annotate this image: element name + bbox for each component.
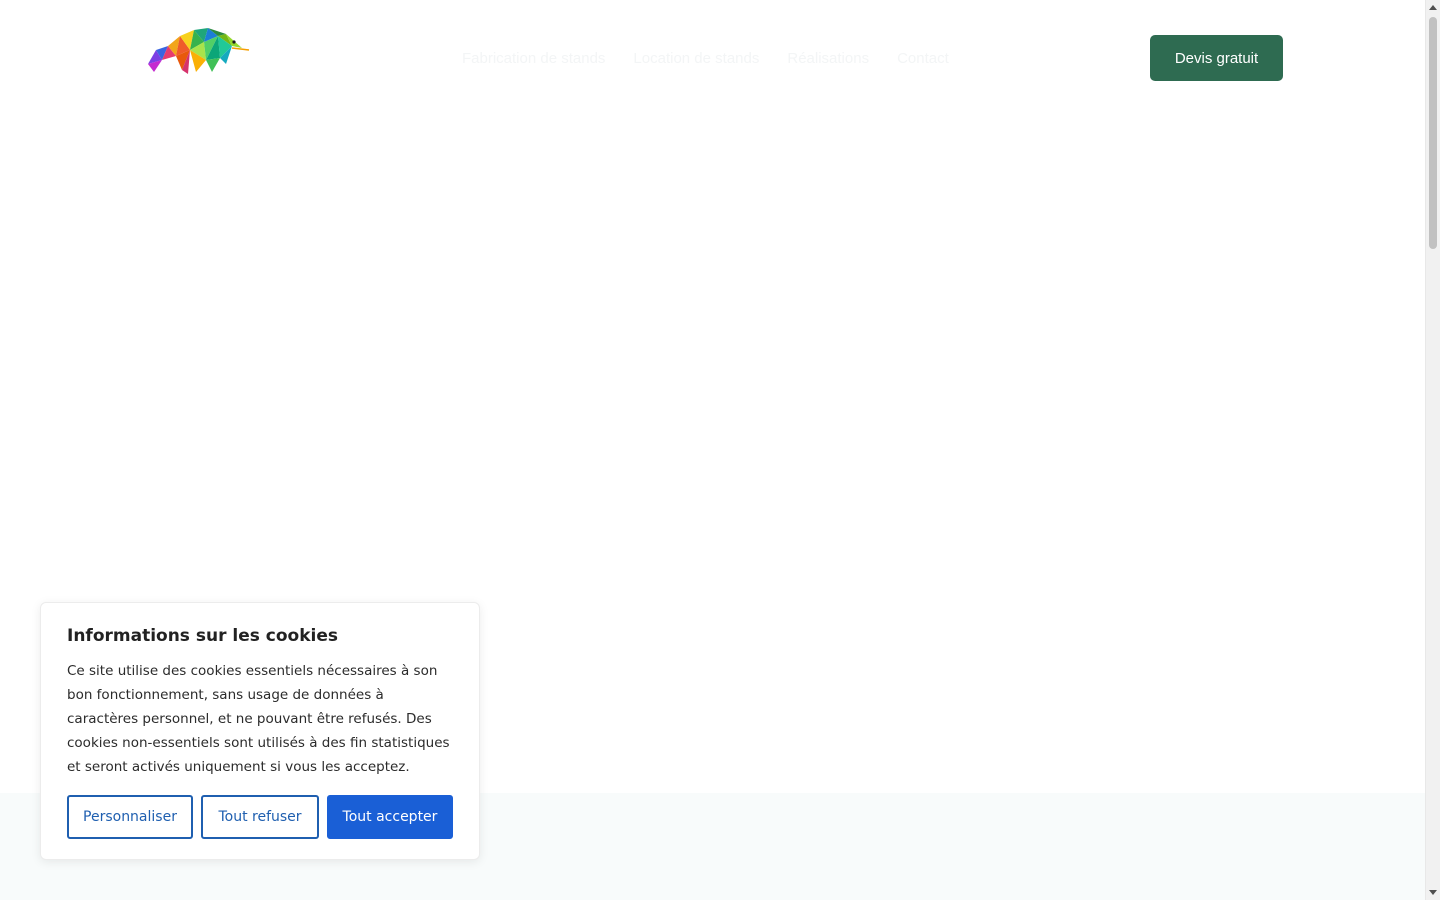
page-scrollbar[interactable] [1425, 0, 1440, 900]
cookie-banner: Informations sur les cookies Ce site uti… [40, 602, 480, 860]
cookie-banner-title: Informations sur les cookies [67, 626, 338, 646]
nav-item-location[interactable]: Location de stands [633, 50, 759, 67]
customize-cookies-button[interactable]: Personnaliser [67, 795, 193, 839]
scrollbar-thumb[interactable] [1429, 17, 1437, 249]
cookie-banner-text: Ce site utilise des cookies essentiels n… [67, 663, 450, 775]
nav-item-contact[interactable]: Contact [897, 50, 949, 67]
scroll-down-arrow-icon[interactable] [1429, 890, 1437, 895]
site-header: Fabrication de stands Location de stands… [0, 0, 1425, 116]
main-nav: Fabrication de stands Location de stands… [462, 47, 949, 69]
page: Fabrication de stands Location de stands… [0, 0, 1425, 900]
refuse-all-cookies-button[interactable]: Tout refuser [201, 795, 319, 839]
nav-item-realisations[interactable]: Réalisations [787, 50, 869, 67]
cookie-banner-actions: Personnaliser Tout refuser Tout accepter [67, 795, 453, 839]
free-quote-button[interactable]: Devis gratuit [1150, 35, 1283, 81]
scroll-up-arrow-icon[interactable] [1429, 5, 1437, 10]
nav-item-fabrication[interactable]: Fabrication de stands [462, 50, 605, 67]
chameleon-logo-icon[interactable] [146, 26, 250, 76]
accept-all-cookies-button[interactable]: Tout accepter [327, 795, 453, 839]
